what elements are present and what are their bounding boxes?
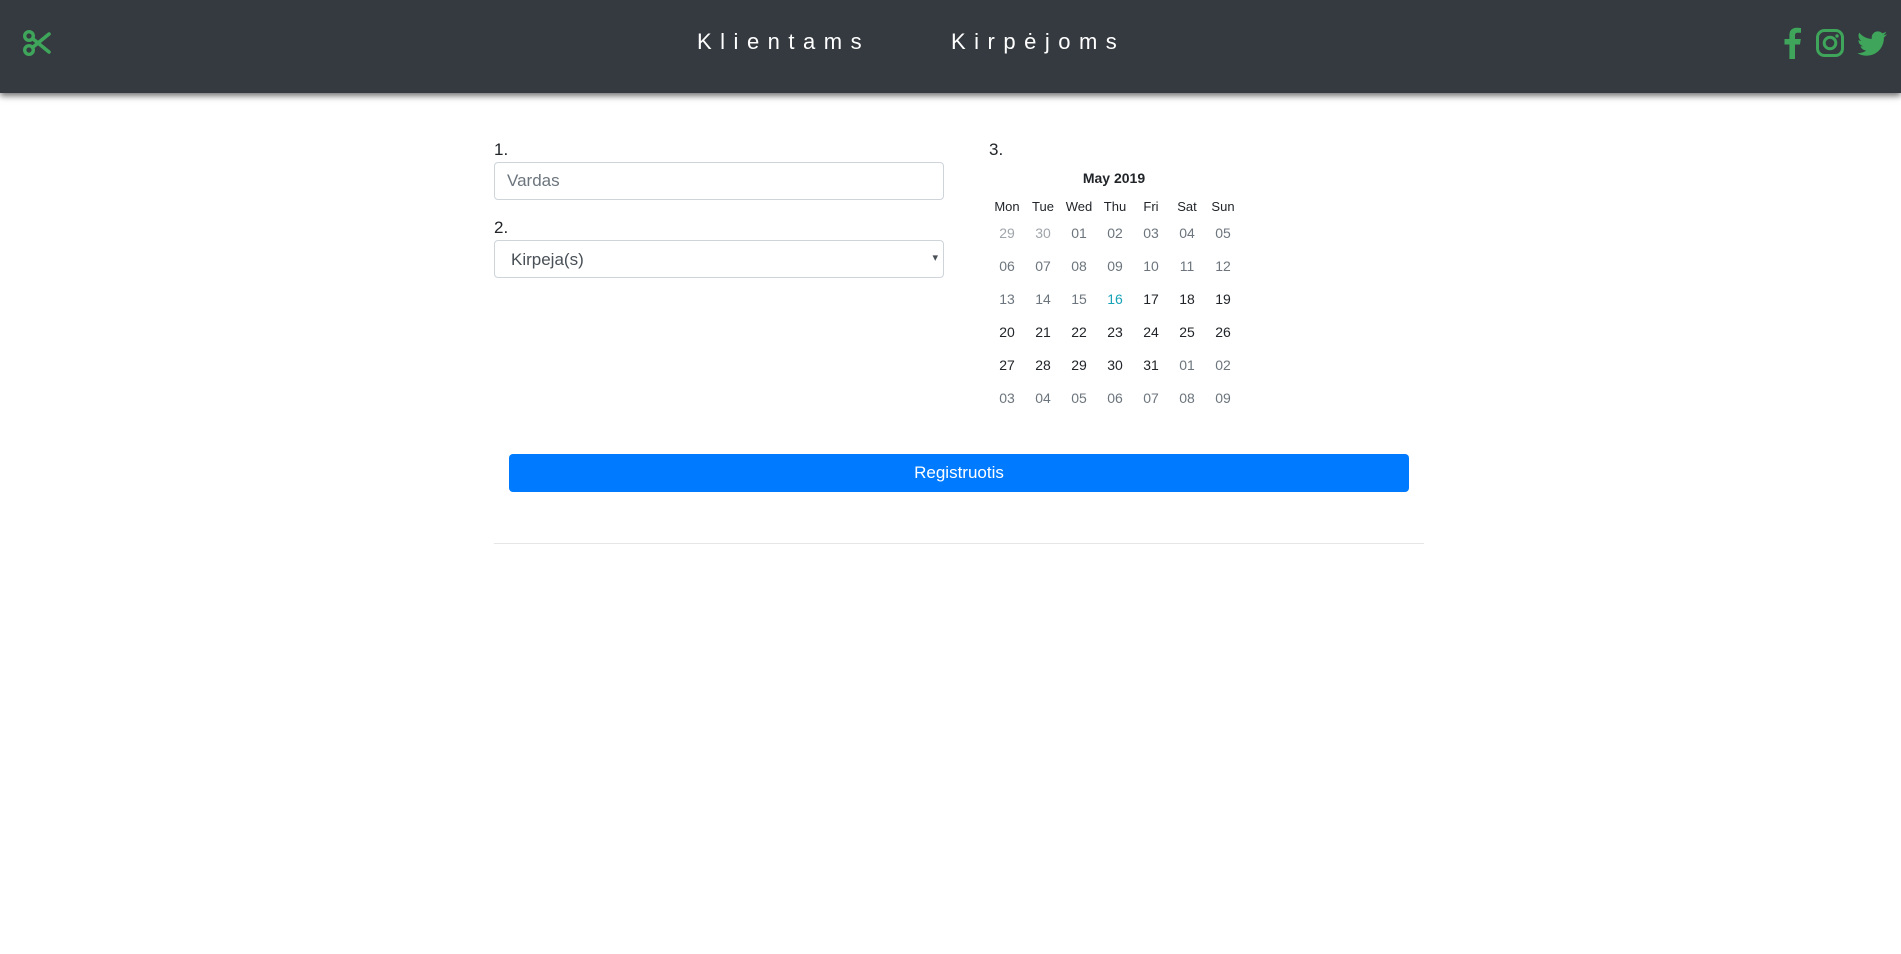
weekday-label: Thu <box>1103 199 1127 214</box>
calendar-day[interactable]: 17 <box>1133 283 1169 316</box>
name-input[interactable] <box>494 162 944 200</box>
calendar-week-row: 27 28 29 30 31 01 02 <box>989 349 1241 382</box>
calendar-day[interactable]: 21 <box>1025 316 1061 349</box>
calendar-day[interactable]: 12 <box>1205 250 1241 283</box>
calendar-week-row: 13 14 15 16 17 18 19 <box>989 283 1241 316</box>
calendar-day[interactable]: 24 <box>1133 316 1169 349</box>
calendar-week-row: 03 04 05 06 07 08 09 <box>989 382 1241 415</box>
calendar-day[interactable]: 06 <box>989 250 1025 283</box>
step-2-label: 2. <box>494 218 509 237</box>
calendar-day[interactable]: 02 <box>1097 217 1133 250</box>
calendar-day[interactable]: 22 <box>1061 316 1097 349</box>
calendar-day[interactable]: 03 <box>989 382 1025 415</box>
calendar-day[interactable]: 29 <box>1061 349 1097 382</box>
nav-link-klientams[interactable]: Klientams <box>697 29 870 55</box>
calendar-month-title: May 2019 <box>1082 170 1146 186</box>
calendar-day[interactable]: 04 <box>1025 382 1061 415</box>
calendar-day[interactable]: 29 <box>989 217 1025 250</box>
calendar-day[interactable]: 16 <box>1097 283 1133 316</box>
register-button[interactable]: Registruotis <box>509 454 1409 492</box>
calendar-day[interactable]: 08 <box>1169 382 1205 415</box>
calendar-weekday-header: Mon Tue Wed Thu Fri Sat Sun <box>989 197 1241 217</box>
calendar-day[interactable]: 28 <box>1025 349 1061 382</box>
calendar-day[interactable]: 25 <box>1169 316 1205 349</box>
calendar-day[interactable]: 13 <box>989 283 1025 316</box>
calendar-day[interactable]: 03 <box>1133 217 1169 250</box>
calendar-day[interactable]: 18 <box>1169 283 1205 316</box>
calendar-day[interactable]: 27 <box>989 349 1025 382</box>
calendar-day[interactable]: 31 <box>1133 349 1169 382</box>
calendar-day[interactable]: 23 <box>1097 316 1133 349</box>
calendar-day[interactable]: 26 <box>1205 316 1241 349</box>
calendar-day[interactable]: 30 <box>1097 349 1133 382</box>
barber-select[interactable]: Kirpeja(s) ▾ <box>494 240 944 278</box>
calendar-day[interactable]: 07 <box>1025 250 1061 283</box>
calendar-day[interactable]: 06 <box>1097 382 1133 415</box>
calendar-day[interactable]: 15 <box>1061 283 1097 316</box>
weekday-label: Wed <box>1065 199 1093 214</box>
calendar-day[interactable]: 05 <box>1205 217 1241 250</box>
facebook-icon[interactable] <box>1782 27 1802 59</box>
calendar-week-row: 29 30 01 02 03 04 05 <box>989 217 1241 250</box>
calendar-day[interactable]: 14 <box>1025 283 1061 316</box>
calendar-day[interactable]: 07 <box>1133 382 1169 415</box>
calendar-day[interactable]: 09 <box>1205 382 1241 415</box>
step-3-label: 3. <box>989 140 1004 159</box>
chevron-down-icon: ▾ <box>932 252 938 264</box>
weekday-label: Tue <box>1032 199 1054 214</box>
calendar-day[interactable]: 19 <box>1205 283 1241 316</box>
calendar-day[interactable]: 11 <box>1169 250 1205 283</box>
calendar-day[interactable]: 04 <box>1169 217 1205 250</box>
weekday-label: Mon <box>994 199 1020 214</box>
calendar-day[interactable]: 01 <box>1169 349 1205 382</box>
nav-link-kirpejoms[interactable]: Kirpėjoms <box>951 29 1125 55</box>
calendar-weeks: 29 30 01 02 03 04 05 06 07 08 09 10 11 12 13 14 15 16 17 18… <box>989 217 1241 415</box>
calendar-day[interactable]: 05 <box>1061 382 1097 415</box>
calendar-day[interactable]: 09 <box>1097 250 1133 283</box>
calendar-day[interactable]: 10 <box>1133 250 1169 283</box>
calendar-day[interactable]: 08 <box>1061 250 1097 283</box>
calendar-day[interactable]: 02 <box>1205 349 1241 382</box>
calendar-grid: Mon Tue Wed Thu Fri Sat Sun 29 30 01 02 03 04… <box>989 197 1241 415</box>
calendar-day[interactable]: 20 <box>989 316 1025 349</box>
weekday-label: Sat <box>1177 199 1197 214</box>
twitter-icon[interactable] <box>1856 27 1888 59</box>
divider <box>494 543 1424 544</box>
calendar-week-row: 06 07 08 09 10 11 12 <box>989 250 1241 283</box>
top-navbar: Klientams Kirpėjoms <box>0 0 1901 93</box>
weekday-label: Sun <box>1211 199 1235 214</box>
scissors-icon[interactable] <box>22 28 52 58</box>
weekday-label: Fri <box>1143 199 1159 214</box>
instagram-icon[interactable] <box>1815 27 1845 59</box>
calendar-week-row: 20 21 22 23 24 25 26 <box>989 316 1241 349</box>
calendar-day[interactable]: 01 <box>1061 217 1097 250</box>
step-1-label: 1. <box>494 140 509 159</box>
barber-select-value: Kirpeja(s) <box>511 250 584 269</box>
calendar-day[interactable]: 30 <box>1025 217 1061 250</box>
